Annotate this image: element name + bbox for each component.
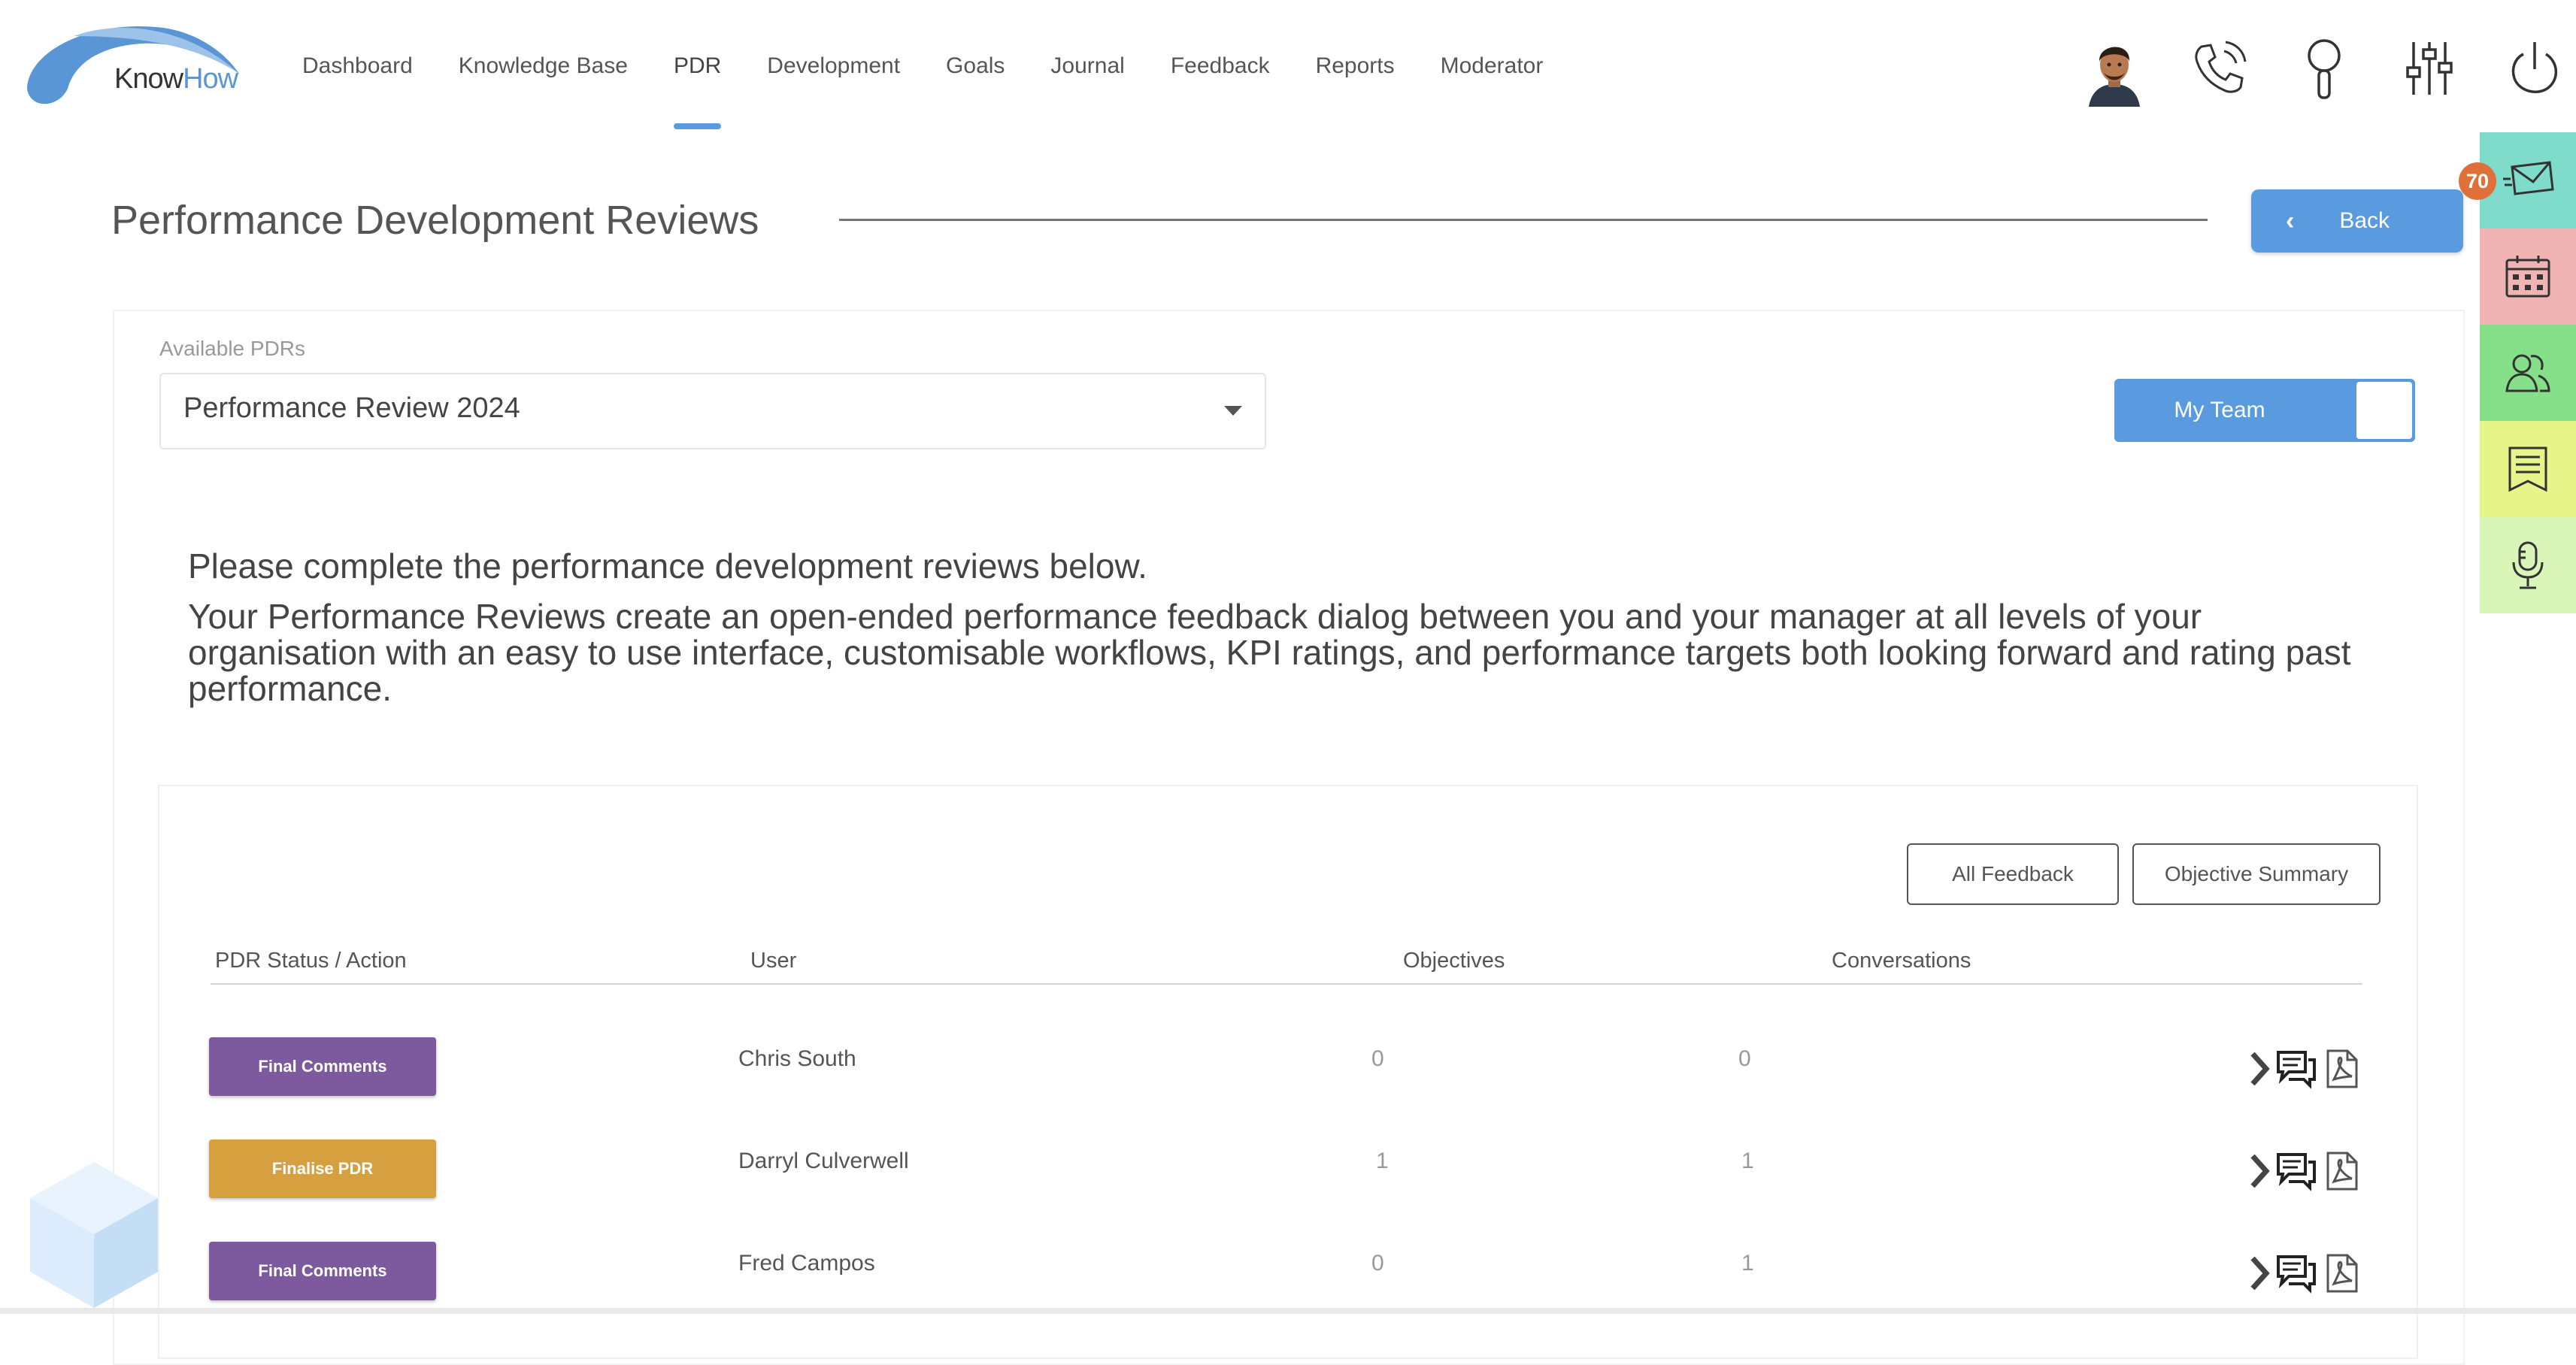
nav-development[interactable]: Development <box>767 45 900 90</box>
row-conversations: 1 <box>1741 1251 1754 1276</box>
notes-icon <box>2508 446 2547 492</box>
row-actions <box>2248 1150 2368 1195</box>
row-conversations: 0 <box>1738 1046 1751 1071</box>
logo-text: KnowHow <box>114 63 238 95</box>
status-final-comments-button[interactable]: Final Comments <box>209 1037 436 1096</box>
nav-knowledge-base[interactable]: Knowledge Base <box>459 45 628 90</box>
mail-icon <box>2503 161 2554 195</box>
header-objectives: Objectives <box>1403 949 1505 973</box>
pdr-select-value: Performance Review 2024 <box>183 392 520 424</box>
top-header: KnowHow Dashboard Knowledge Base PDR Dev… <box>0 0 2576 132</box>
status-finalise-pdr-button[interactable]: Finalise PDR <box>209 1140 436 1198</box>
nav-journal[interactable]: Journal <box>1050 45 1124 90</box>
conversation-icon[interactable] <box>2275 1252 2317 1294</box>
row-actions <box>2248 1048 2368 1093</box>
row-actions <box>2248 1252 2368 1297</box>
calendar-icon <box>2505 256 2550 298</box>
logo-text-how: How <box>183 63 238 95</box>
intro-description: Your Performance Reviews create an open-… <box>188 597 2351 708</box>
header-conversations: Conversations <box>1832 949 1971 973</box>
dock-microphone[interactable] <box>2480 517 2576 613</box>
toggle-knob <box>2356 382 2412 439</box>
avatar[interactable] <box>2078 35 2150 107</box>
nav-feedback[interactable]: Feedback <box>1171 45 1270 90</box>
search-icon[interactable] <box>2290 33 2358 101</box>
row-user: Fred Campos <box>738 1251 875 1276</box>
back-button[interactable]: ‹ Back <box>2251 189 2463 253</box>
settings-sliders-icon[interactable] <box>2396 33 2463 101</box>
dock-notes[interactable] <box>2480 421 2576 517</box>
back-button-label: Back <box>2339 208 2390 233</box>
all-feedback-button[interactable]: All Feedback <box>1907 843 2119 905</box>
nav-reports[interactable]: Reports <box>1316 45 1395 90</box>
pdf-icon[interactable] <box>2325 1252 2359 1294</box>
status-final-comments-button[interactable]: Final Comments <box>209 1242 436 1300</box>
available-pdrs-label: Available PDRs <box>159 337 306 360</box>
pdr-select[interactable]: Performance Review 2024 <box>159 373 1266 449</box>
intro-panel: Please complete the performance developm… <box>159 499 2415 747</box>
header-divider <box>211 983 2362 985</box>
row-conversations: 1 <box>1741 1149 1754 1173</box>
dock-calendar[interactable] <box>2480 229 2576 325</box>
chevron-left-icon: ‹ <box>2286 206 2295 235</box>
header-pdr-status: PDR Status / Action <box>215 949 407 973</box>
pdf-icon[interactable] <box>2325 1150 2359 1192</box>
bottom-scroll-edge <box>0 1308 2576 1314</box>
title-divider <box>839 219 2208 221</box>
chevron-right-icon[interactable] <box>2248 1150 2271 1192</box>
nav-moderator[interactable]: Moderator <box>1441 45 1544 90</box>
phone-icon[interactable] <box>2185 33 2253 101</box>
row-objectives: 0 <box>1371 1251 1384 1276</box>
objective-summary-button[interactable]: Objective Summary <box>2132 843 2381 905</box>
row-user: Chris South <box>738 1046 856 1071</box>
microphone-icon <box>2512 541 2544 589</box>
decorative-cube-icon <box>30 1162 158 1308</box>
caret-down-icon <box>1224 406 1242 416</box>
row-objectives: 1 <box>1376 1149 1389 1173</box>
main-nav: Dashboard Knowledge Base PDR Development… <box>302 45 1589 129</box>
header-user: User <box>750 949 797 973</box>
nav-goals[interactable]: Goals <box>946 45 1005 90</box>
chevron-right-icon[interactable] <box>2248 1048 2271 1090</box>
logo-text-know: Know <box>114 63 183 95</box>
my-team-toggle[interactable]: My Team <box>2114 379 2415 442</box>
row-objectives: 0 <box>1371 1046 1384 1071</box>
avatar-image <box>2089 47 2140 107</box>
pdf-icon[interactable] <box>2325 1048 2359 1090</box>
row-user: Darryl Culverwell <box>738 1149 909 1173</box>
page-title: Performance Development Reviews <box>111 198 759 243</box>
users-icon <box>2505 354 2550 392</box>
nav-dashboard[interactable]: Dashboard <box>302 45 413 90</box>
conversation-icon[interactable] <box>2275 1048 2317 1090</box>
dock-users[interactable] <box>2480 325 2576 421</box>
chevron-right-icon[interactable] <box>2248 1252 2271 1294</box>
power-icon[interactable] <box>2501 33 2568 101</box>
intro-heading: Please complete the performance developm… <box>188 546 1147 586</box>
nav-pdr[interactable]: PDR <box>673 45 722 129</box>
conversation-icon[interactable] <box>2275 1150 2317 1192</box>
mail-badge: 70 <box>2459 162 2496 200</box>
